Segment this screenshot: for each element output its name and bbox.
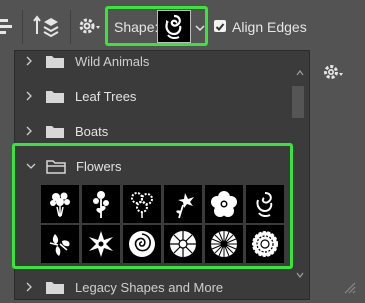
path-alignment-icon[interactable] [0,14,16,38]
chevron-down-icon [26,162,42,170]
scrollbar-thumb[interactable] [292,86,304,118]
chrysanthemum-icon [252,231,278,257]
flower-shapes-grid [41,185,285,263]
swirl-flower-icon [165,14,182,40]
group-label: Leaf Trees [75,88,137,104]
group-label: Legacy Shapes and More [75,279,224,295]
group-row-leaf-trees[interactable]: Leaf Trees [15,80,285,112]
shape-thumbnail[interactable] [41,185,79,223]
group-row-wild-animals[interactable]: Wild Animals [15,51,285,77]
folder-icon [45,54,65,69]
gear-icon[interactable] [78,16,102,36]
shape-thumbnail[interactable] [205,185,243,223]
five-petal-flower-icon [211,191,237,217]
shape-preview-swatch[interactable] [157,10,191,43]
shape-thumbnail[interactable] [123,185,161,223]
shape-thumbnail[interactable] [82,225,120,263]
daisy-icon [211,231,237,257]
rose-icon [129,231,155,257]
shape-thumbnail[interactable] [246,185,284,223]
shape-thumbnail[interactable] [82,185,120,223]
path-arrangement-icon[interactable] [32,14,60,40]
shape-thumbnail[interactable] [205,225,243,263]
align-edges-checkbox[interactable] [214,20,226,32]
folder-icon [45,124,65,139]
orchid-icon [49,234,70,256]
shape-label: Shape: [114,19,159,35]
resize-grip-icon[interactable] [343,281,357,300]
folder-icon [45,280,65,295]
chevron-right-icon [25,282,41,292]
shape-thumbnail[interactable] [246,225,284,263]
group-row-flowers[interactable]: Flowers [16,150,286,182]
shape-thumbnail[interactable] [41,225,79,263]
round-flower-icon [170,231,196,257]
panel-settings-gear-icon[interactable] [322,63,346,86]
chevron-right-icon [25,91,41,101]
lotus-icon [89,231,113,257]
scroll-up-icon[interactable] [296,63,304,81]
group-label: Wild Animals [75,53,150,69]
daisy-cluster-icon [131,192,153,218]
chevron-down-icon[interactable] [195,19,205,37]
scroll-down-icon[interactable] [296,265,304,283]
options-toolbar: Shape: Align Edges [0,0,365,56]
folder-icon [45,89,65,104]
flower-bouquet-icon [50,192,70,217]
group-row-legacy-shapes[interactable]: Legacy Shapes and More [15,271,285,299]
shape-thumbnail[interactable] [164,225,202,263]
swirl-flower-icon [256,192,273,218]
flower-stem-icon [93,191,109,218]
chevron-right-icon [25,126,41,136]
shape-thumbnail[interactable] [164,185,202,223]
shape-thumbnail[interactable] [123,225,161,263]
folder-open-icon [46,159,66,174]
lily-icon [176,193,194,219]
toolbar-divider [22,10,23,44]
chevron-right-icon [25,56,41,66]
toolbar-divider [70,10,71,44]
group-label: Boats [75,123,109,139]
group-label: Flowers [76,158,122,174]
align-edges-label: Align Edges [232,19,307,35]
